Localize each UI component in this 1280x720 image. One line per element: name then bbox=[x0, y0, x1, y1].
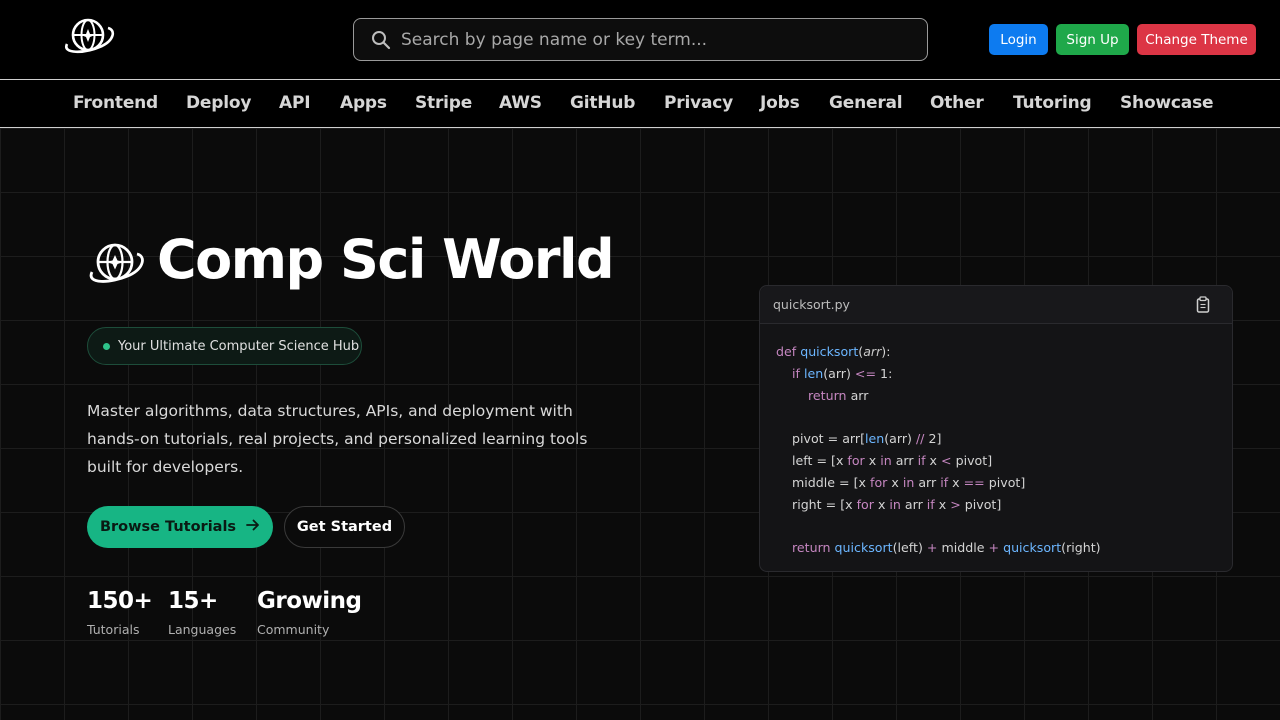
stat-label: Community bbox=[257, 622, 330, 637]
top-header: Login Sign Up Change Theme bbox=[0, 0, 1280, 80]
nav-item-deploy[interactable]: Deploy bbox=[186, 93, 251, 117]
code-filename: quicksort.py bbox=[773, 297, 850, 312]
stat-value: 150+ bbox=[87, 588, 153, 614]
hero-description: Master algorithms, data structures, APIs… bbox=[87, 397, 587, 481]
get-started-button[interactable]: Get Started bbox=[284, 506, 405, 548]
tagline-badge: Your Ultimate Computer Science Hub bbox=[87, 327, 362, 365]
signup-button[interactable]: Sign Up bbox=[1056, 24, 1129, 55]
page-title: Comp Sci World bbox=[157, 228, 615, 291]
stat-label: Languages bbox=[168, 622, 237, 637]
nav-item-frontend[interactable]: Frontend bbox=[73, 93, 158, 117]
code-line: if len(arr) <= 1: bbox=[792, 365, 893, 381]
nav-item-showcase[interactable]: Showcase bbox=[1120, 93, 1214, 117]
code-snippet-card: quicksort.py def quicksort(arr): if len(… bbox=[759, 285, 1233, 572]
code-line: left = [x for x in arr if x < pivot] bbox=[792, 452, 993, 468]
code-line: right = [x for x in arr if x > pivot] bbox=[792, 496, 1002, 512]
nav-item-apps[interactable]: Apps bbox=[340, 93, 387, 117]
nav-item-github[interactable]: GitHub bbox=[570, 93, 635, 117]
code-line: pivot = arr[len(arr) // 2] bbox=[792, 431, 942, 447]
nav-item-api[interactable]: API bbox=[279, 93, 311, 117]
main-nav: Frontend Deploy API Apps Stripe AWS GitH… bbox=[0, 80, 1280, 128]
clipboard-icon[interactable] bbox=[1196, 296, 1210, 313]
description-line: hands-on tutorials, real projects, and p… bbox=[87, 430, 588, 448]
change-theme-button[interactable]: Change Theme bbox=[1137, 24, 1256, 55]
nav-item-privacy[interactable]: Privacy bbox=[664, 93, 733, 117]
code-line: middle = [x for x in arr if x == pivot] bbox=[792, 474, 1026, 490]
stat-value: Growing bbox=[257, 588, 362, 614]
search-input[interactable] bbox=[401, 19, 916, 60]
nav-item-general[interactable]: General bbox=[829, 93, 903, 117]
arrow-right-icon bbox=[246, 519, 260, 535]
nav-item-aws[interactable]: AWS bbox=[499, 93, 542, 117]
description-line: Master algorithms, data structures, APIs… bbox=[87, 402, 573, 420]
tagline-text: Your Ultimate Computer Science Hub bbox=[118, 338, 360, 354]
nav-item-stripe[interactable]: Stripe bbox=[415, 93, 472, 117]
stat-label: Tutorials bbox=[87, 622, 140, 637]
stat-languages: 15+ Languages bbox=[168, 588, 236, 637]
nav-item-jobs[interactable]: Jobs bbox=[760, 93, 800, 117]
search-box[interactable] bbox=[353, 18, 928, 61]
browse-tutorials-button[interactable]: Browse Tutorials bbox=[87, 506, 273, 548]
code-line: return arr bbox=[808, 387, 869, 403]
globe-logo-icon[interactable] bbox=[64, 14, 116, 58]
nav-item-other[interactable]: Other bbox=[930, 93, 984, 117]
stat-value: 15+ bbox=[168, 588, 218, 614]
nav-item-tutoring[interactable]: Tutoring bbox=[1013, 93, 1092, 117]
stat-tutorials: 150+ Tutorials bbox=[87, 588, 153, 637]
description-line: built for developers. bbox=[87, 458, 244, 476]
code-line: def quicksort(arr): bbox=[776, 344, 891, 359]
code-block: def quicksort(arr): if len(arr) <= 1: re… bbox=[776, 341, 1101, 559]
code-line: return quicksort(left) + middle + quicks… bbox=[792, 540, 1101, 556]
status-dot bbox=[103, 342, 110, 350]
search-icon bbox=[371, 30, 391, 50]
browse-tutorials-label: Browse Tutorials bbox=[99, 519, 237, 535]
login-button[interactable]: Login bbox=[989, 24, 1048, 55]
code-card-header: quicksort.py bbox=[760, 286, 1232, 324]
globe-icon bbox=[88, 238, 146, 288]
stat-community: Growing Community bbox=[257, 588, 362, 637]
